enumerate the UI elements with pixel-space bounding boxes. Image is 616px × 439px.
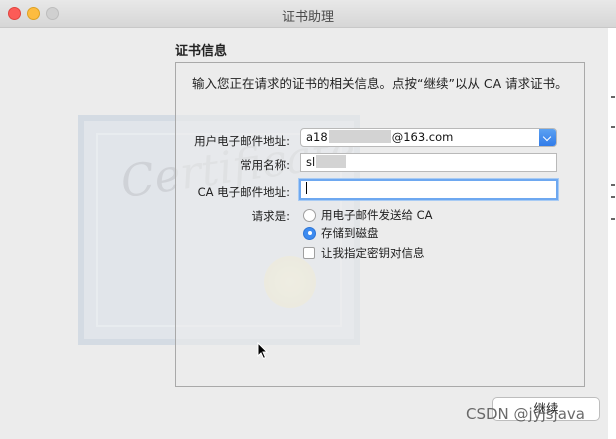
checkbox[interactable] (303, 247, 315, 259)
intro-text: 输入您正在请求的证书的相关信息。点按“继续”以从 CA 请求证书。 (192, 76, 568, 91)
common-name-label: 常用名称: (240, 158, 290, 172)
radio-save-to-disk[interactable]: 存储到磁盘 (303, 225, 379, 241)
title-bar: 证书助理 (0, 0, 616, 28)
text-caret (306, 182, 307, 194)
radio-email-to-ca-label: 用电子邮件发送给 CA (321, 208, 433, 222)
ca-email-field[interactable] (299, 179, 558, 200)
email-value-prefix: a18 (306, 130, 328, 144)
redacted-block (328, 130, 391, 143)
email-combobox[interactable]: a18 @163.com (300, 128, 557, 147)
common-name-value: sl (306, 155, 316, 169)
section-title: 证书信息 (175, 44, 228, 59)
chevron-down-icon[interactable] (539, 129, 556, 146)
radio-email-to-ca[interactable]: 用电子邮件发送给 CA (303, 207, 433, 223)
email-label: 用户电子邮件地址: (194, 134, 290, 148)
ca-email-label: CA 电子邮件地址: (197, 185, 290, 199)
watermark-text: CSDN @jyjsjava (466, 405, 585, 423)
radio-button-selected[interactable] (303, 226, 316, 240)
request-label: 请求是: (251, 209, 290, 223)
mouse-cursor-icon (257, 342, 269, 360)
email-value-suffix: @163.com (391, 130, 454, 144)
common-name-field[interactable]: sl (300, 153, 557, 172)
checkbox-specify-key-pair[interactable]: 让我指定密钥对信息 (303, 245, 425, 261)
background-window-edge (608, 28, 616, 439)
checkbox-specify-key-pair-label: 让我指定密钥对信息 (321, 246, 425, 260)
redacted-block (316, 155, 347, 168)
certificate-info-panel: 输入您正在请求的证书的相关信息。点按“继续”以从 CA 请求证书。 (175, 62, 585, 387)
window-title: 证书助理 (281, 10, 334, 25)
radio-button[interactable] (303, 208, 316, 222)
radio-save-to-disk-label: 存储到磁盘 (321, 226, 379, 240)
